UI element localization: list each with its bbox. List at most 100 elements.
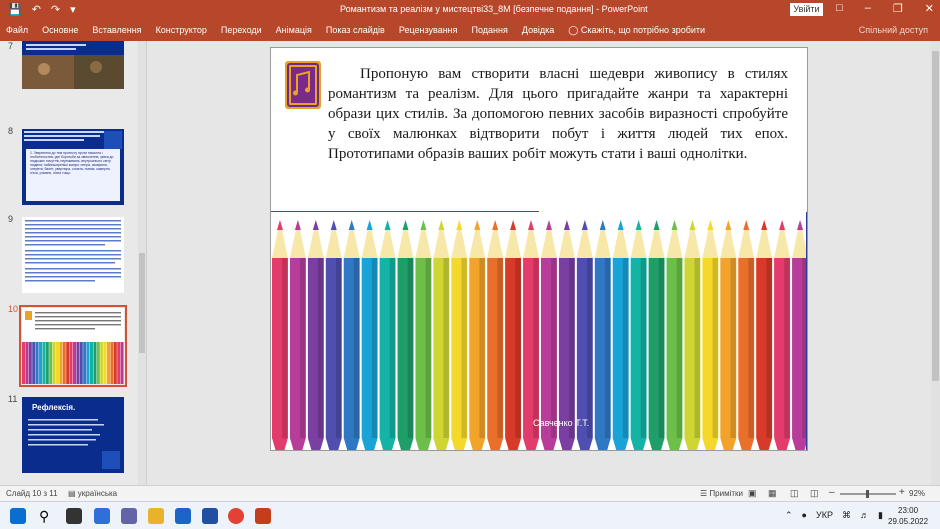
wifi-icon[interactable]: ⌘	[842, 510, 851, 521]
tab-home[interactable]: Основне	[42, 25, 78, 36]
divider-line	[271, 211, 539, 212]
battery-icon[interactable]: ▮	[878, 510, 883, 521]
mini-pencil	[42, 342, 46, 384]
tab-view[interactable]: Подання	[472, 25, 508, 36]
current-slide[interactable]: Пропоную вам створити власні шедеври жив…	[270, 47, 808, 451]
customize-icon[interactable]: ▾	[70, 3, 76, 16]
pencil	[469, 220, 486, 450]
mini-pencil	[69, 342, 73, 384]
pencil	[738, 220, 755, 450]
slide-scrollbar[interactable]	[931, 41, 940, 485]
lang-indicator[interactable]: УКР	[816, 510, 833, 521]
thumbnail-scrollbar[interactable]	[138, 41, 146, 485]
thumb-number: 7	[8, 41, 14, 51]
pencil	[451, 220, 468, 450]
thumb-number: 9	[8, 214, 14, 224]
pencil	[289, 220, 306, 450]
mini-pencil	[22, 342, 25, 384]
slideshow-icon[interactable]: ◫	[810, 488, 819, 499]
share-button[interactable]: Спільний доступ	[859, 25, 928, 35]
reading-view-icon[interactable]: ◫	[790, 488, 799, 499]
mini-pencil	[103, 342, 107, 384]
window-controls: □ – ❐ ✕	[836, 2, 934, 15]
pencil	[523, 220, 539, 450]
zoom-slider[interactable]	[840, 490, 896, 498]
mini-pencil	[39, 342, 42, 384]
normal-view-icon[interactable]: ▣	[748, 488, 757, 499]
undo-icon[interactable]: ↶	[32, 3, 41, 16]
chevron-up-icon[interactable]: ⌃	[785, 510, 793, 521]
start-icon[interactable]	[10, 508, 26, 524]
slide-thumbnail-7[interactable]	[22, 41, 124, 89]
pencil	[558, 220, 575, 450]
mini-pencil	[76, 342, 80, 384]
zoom-level[interactable]: 92%	[909, 489, 925, 498]
tab-insert[interactable]: Вставлення	[92, 25, 141, 36]
mini-pencil	[100, 342, 104, 384]
mini-pencil	[66, 342, 70, 384]
task-view-icon[interactable]	[66, 508, 82, 524]
slide-thumbnail-9[interactable]	[22, 217, 124, 293]
slide-thumbnail-10[interactable]	[19, 305, 127, 387]
widgets-icon[interactable]	[94, 508, 110, 524]
search-icon[interactable]: ⚲	[39, 508, 55, 524]
mini-pencil	[49, 342, 53, 384]
mini-pencil	[107, 342, 110, 384]
volume-icon[interactable]: ♬	[860, 510, 869, 521]
slide-thumbnail-8[interactable]: 1. Звернення до тем протесту проти насил…	[22, 129, 124, 205]
author-caption: Савченко Т.Т.	[533, 418, 590, 428]
mini-pencil	[79, 342, 83, 384]
close-icon[interactable]: ✕	[925, 2, 934, 15]
redo-icon[interactable]: ↷	[51, 3, 60, 16]
status-bar: Слайд 10 з 11 ▤ українська ☰ Примітки ▣ …	[0, 485, 940, 501]
mail-icon[interactable]	[175, 508, 191, 524]
file-explorer-icon[interactable]	[148, 508, 164, 524]
mini-pencil	[90, 342, 93, 384]
pencil	[720, 220, 737, 450]
thumb-10-art	[22, 311, 124, 384]
title-bar: 💾 ↶ ↷ ▾ Романтизм та реалізм у мистецтві…	[0, 0, 940, 20]
language-indicator[interactable]: ▤ українська	[68, 489, 117, 498]
slide-sorter-icon[interactable]: ▦	[768, 488, 777, 499]
window-title: Романтизм та реалізм у мистецтві33_8М [б…	[340, 4, 648, 14]
pencil	[325, 220, 342, 450]
tell-me-box[interactable]: ◯ Скажіть, що потрібно зробити	[568, 25, 705, 36]
pencil	[433, 220, 450, 450]
pen-app-icon[interactable]	[202, 508, 218, 524]
pencil	[343, 220, 360, 450]
tab-transitions[interactable]: Переходи	[221, 25, 262, 36]
teams-icon[interactable]	[121, 508, 137, 524]
zoom-out-icon[interactable]: –	[829, 487, 835, 498]
signin-button[interactable]: Увійти	[790, 3, 823, 16]
mini-pencil	[59, 342, 63, 384]
zoom-in-icon[interactable]: +	[899, 487, 905, 498]
notes-button[interactable]: ☰ Примітки	[700, 489, 743, 498]
pencil	[361, 220, 378, 450]
pencil	[576, 220, 593, 450]
slide-counter: Слайд 10 з 11	[6, 489, 58, 498]
mini-pencil	[96, 342, 100, 384]
pencil	[756, 220, 773, 450]
restore-icon[interactable]: ❐	[893, 2, 903, 15]
mini-pencil	[62, 342, 66, 384]
tab-file[interactable]: Файл	[6, 25, 28, 36]
clock[interactable]: 23:00 29.05.2022	[888, 505, 928, 527]
ribbon-options-icon[interactable]: □	[836, 2, 843, 15]
system-tray: ⌃ ● УКР ⌘ ♬ ▮	[785, 510, 883, 521]
slide-body-text[interactable]: Пропоную вам створити власні шедеври жив…	[328, 64, 788, 164]
tab-slideshow[interactable]: Показ слайдів	[326, 25, 385, 36]
minimize-icon[interactable]: –	[865, 2, 871, 15]
lightbulb-icon: ◯	[568, 25, 579, 35]
pencil	[541, 220, 557, 450]
powerpoint-icon[interactable]	[255, 508, 271, 524]
pencil	[702, 220, 719, 450]
tab-design[interactable]: Конструктор	[156, 25, 207, 36]
chrome-icon[interactable]	[228, 508, 244, 524]
slide-thumbnail-11[interactable]: Рефлексія.	[22, 397, 124, 473]
tab-help[interactable]: Довідка	[522, 25, 554, 36]
mini-pencil	[45, 342, 49, 384]
tab-animations[interactable]: Анімація	[276, 25, 312, 36]
save-icon[interactable]: 💾	[8, 3, 22, 16]
security-icon[interactable]: ●	[802, 510, 807, 521]
tab-review[interactable]: Рецензування	[399, 25, 458, 36]
